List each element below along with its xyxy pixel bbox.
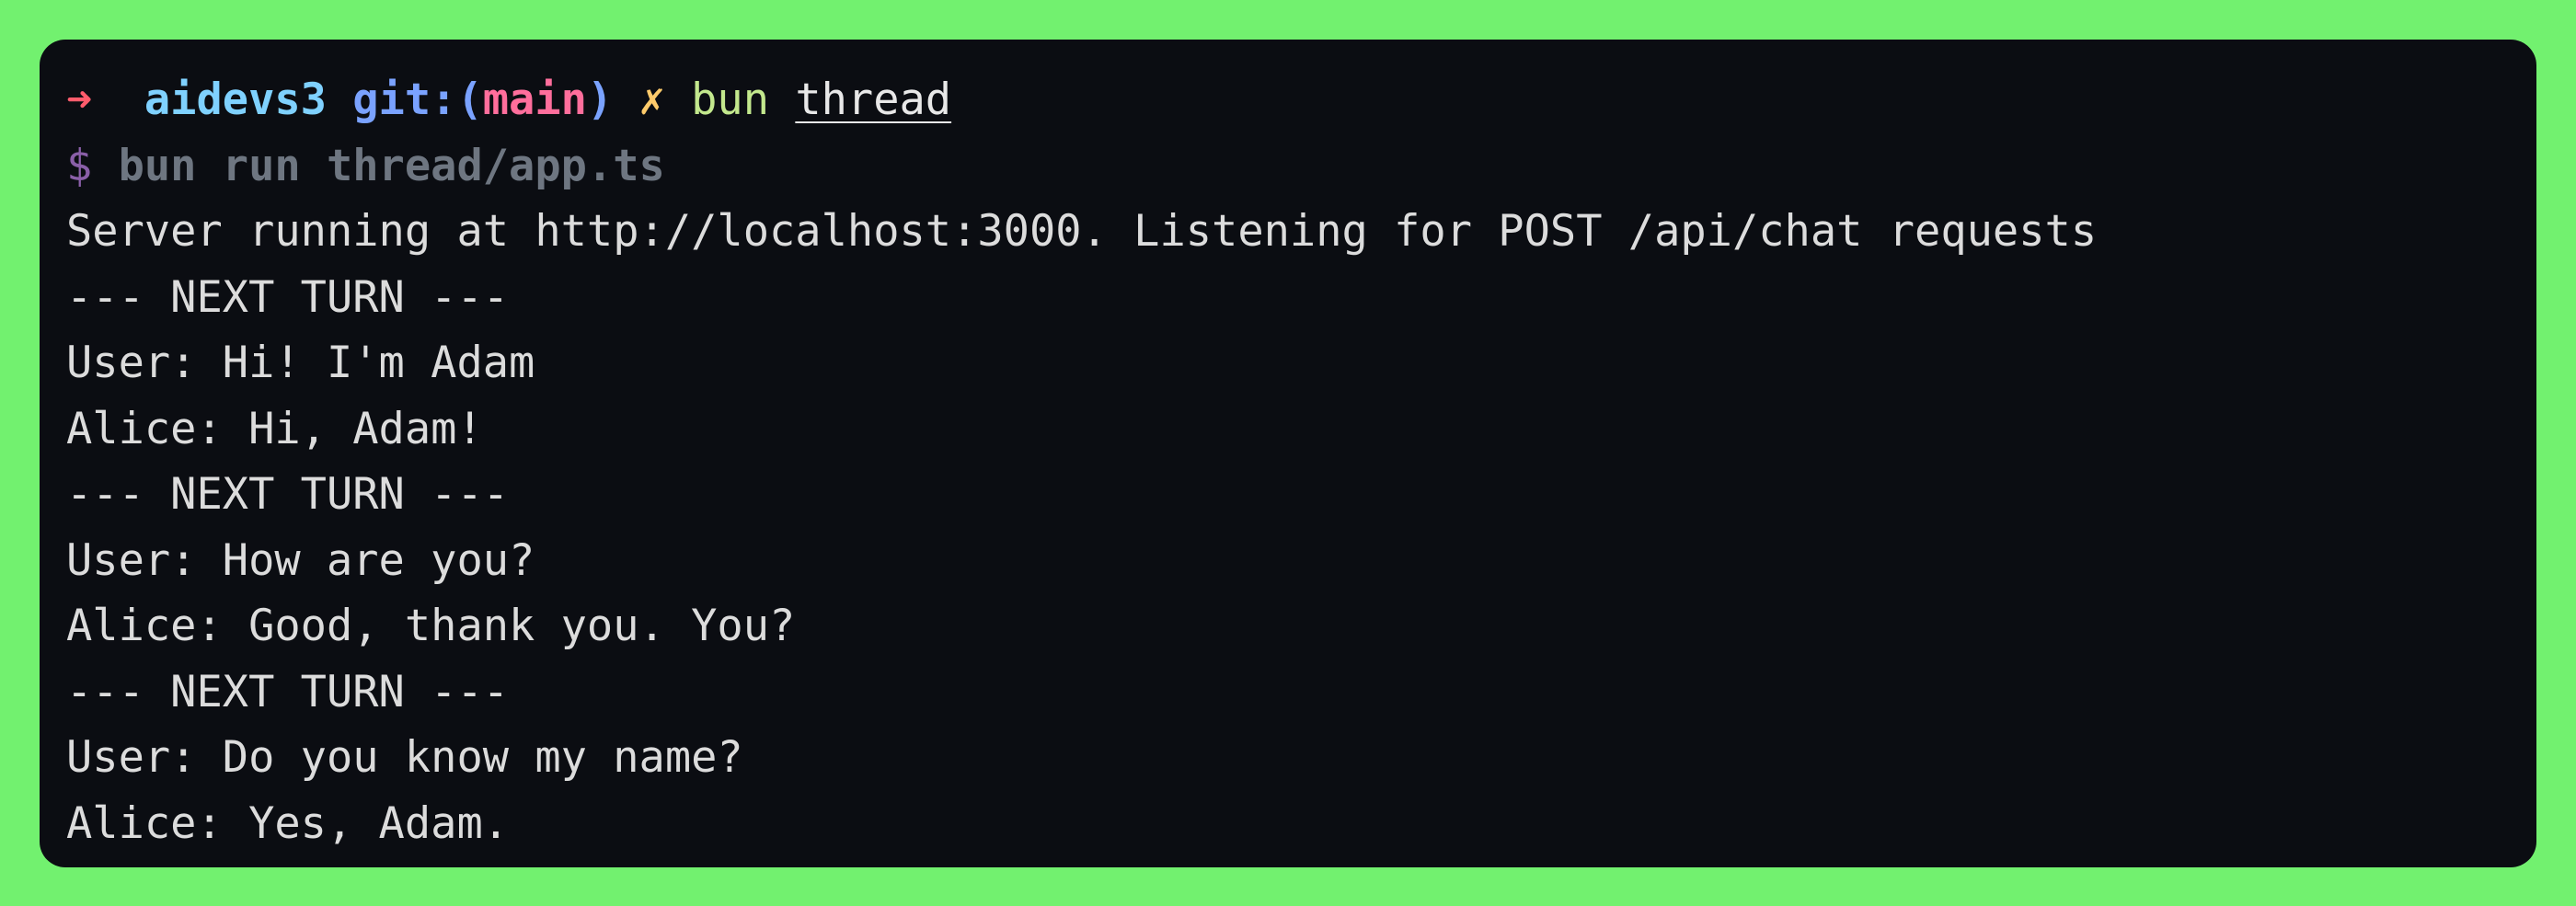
output-line-turn-separator: --- NEXT TURN ---: [66, 271, 510, 323]
prompt-arrow-icon: ➜: [66, 75, 93, 125]
dollar-sign: $: [66, 140, 93, 191]
cursor-line[interactable]: [66, 856, 2536, 867]
git-label-close: ): [586, 75, 614, 125]
output-line-alice: Alice: Yes, Adam.: [66, 797, 510, 849]
shell-prompt-line: ➜ aidevs3 git:(main) ✗ bun thread: [66, 67, 2536, 133]
run-command-line: $ bun run thread/app.ts: [66, 133, 2536, 200]
branch-name: main: [482, 75, 587, 125]
terminal-window[interactable]: ➜ aidevs3 git:(main) ✗ bun thread $ bun …: [40, 40, 2536, 867]
dirty-mark-icon: ✗: [638, 75, 665, 125]
git-label: git:(: [352, 75, 483, 125]
repo-name: aidevs3: [144, 75, 327, 125]
output-line-turn-separator: --- NEXT TURN ---: [66, 469, 510, 520]
run-command: bun run thread/app.ts: [118, 140, 665, 191]
output-line-user: User: How are you?: [66, 534, 535, 586]
output-line-turn-separator: --- NEXT TURN ---: [66, 666, 510, 717]
output-line-alice: Alice: Good, thank you. You?: [66, 601, 796, 651]
typed-argument: thread: [795, 75, 952, 125]
typed-command: bun: [691, 75, 770, 125]
output-line-alice: Alice: Hi, Adam!: [66, 403, 483, 454]
output-line-user: User: Hi! I'm Adam: [66, 338, 535, 388]
output-line-user: User: Do you know my name?: [66, 732, 743, 783]
output-line-server: Server running at http://localhost:3000.…: [66, 206, 2098, 257]
